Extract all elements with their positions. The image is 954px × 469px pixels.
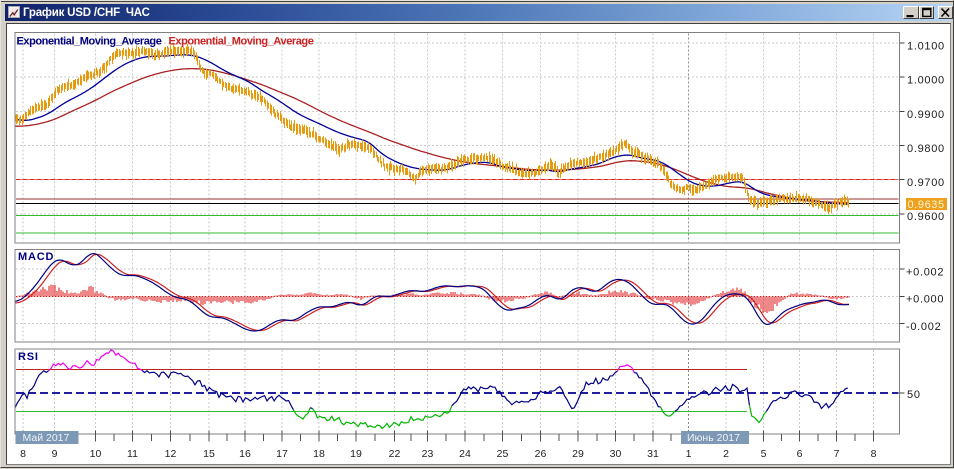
svg-text:-0.002: -0.002 <box>906 321 941 333</box>
svg-text:0.9900: 0.9900 <box>907 109 945 121</box>
svg-text:Exponential_Moving_Average: Exponential_Moving_Average <box>169 36 314 48</box>
svg-text:1: 1 <box>686 448 692 460</box>
svg-text:6: 6 <box>797 448 803 460</box>
svg-text:8: 8 <box>20 448 26 460</box>
svg-text:0.9800: 0.9800 <box>907 143 945 155</box>
svg-text:22: 22 <box>389 448 401 460</box>
svg-text:15: 15 <box>203 448 215 460</box>
svg-text:Май 2017: Май 2017 <box>23 432 70 444</box>
svg-text:23: 23 <box>422 448 434 460</box>
svg-text:24: 24 <box>459 448 471 460</box>
svg-text:9: 9 <box>52 448 58 460</box>
svg-text:5: 5 <box>761 448 767 460</box>
svg-text:19: 19 <box>350 448 362 460</box>
svg-text:Июнь 2017: Июнь 2017 <box>687 432 740 444</box>
svg-text:50: 50 <box>907 389 921 401</box>
svg-text:16: 16 <box>239 448 251 460</box>
svg-text:0.9600: 0.9600 <box>907 211 945 223</box>
svg-text:MACD: MACD <box>18 251 54 263</box>
svg-text:31: 31 <box>647 448 659 460</box>
svg-text:25: 25 <box>497 448 509 460</box>
svg-text:11: 11 <box>127 448 138 460</box>
svg-text:0.9700: 0.9700 <box>907 177 945 189</box>
svg-text:0.9635: 0.9635 <box>908 199 945 211</box>
svg-text:30: 30 <box>610 448 622 460</box>
svg-text:8: 8 <box>871 448 877 460</box>
svg-text:+0.000: +0.000 <box>906 294 944 306</box>
svg-text:10: 10 <box>90 448 102 460</box>
svg-text:1.0000: 1.0000 <box>907 75 945 87</box>
svg-text:2: 2 <box>723 448 729 460</box>
svg-text:12: 12 <box>165 448 177 460</box>
svg-text:17: 17 <box>276 448 288 460</box>
svg-text:+0.002: +0.002 <box>906 267 944 279</box>
svg-text:RSI: RSI <box>18 351 39 363</box>
svg-text:29: 29 <box>572 448 584 460</box>
svg-text:Exponential_Moving_Average: Exponential_Moving_Average <box>17 36 162 48</box>
svg-text:1.0100: 1.0100 <box>907 41 945 53</box>
svg-text:7: 7 <box>834 448 840 460</box>
svg-text:26: 26 <box>535 448 547 460</box>
svg-text:18: 18 <box>313 448 325 460</box>
